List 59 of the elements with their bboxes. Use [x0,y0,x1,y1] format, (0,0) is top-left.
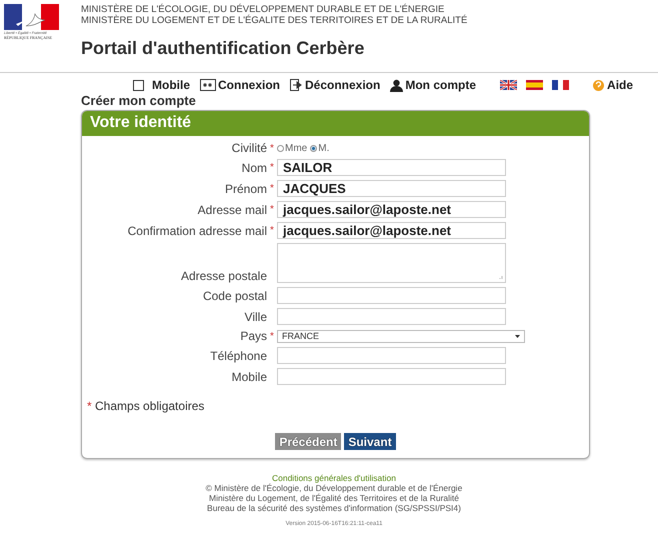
logout-icon [290,79,303,91]
panel-header: Votre identité [82,111,589,136]
spain-flag-icon[interactable] [526,80,544,90]
field-label: Téléphone [209,348,267,362]
ministry-name: MINISTÈRE DU LOGEMENT ET DE L'ÉGALITE DES TERRITOIRES ET DE LA RURALITÉ [81,15,468,26]
footer-text: Ministère du Logement, de l'Égalité des Territoires et de la Ruralité [208,493,460,503]
field-label: Pays [239,329,267,343]
required-note: Champs obligatoires [95,399,204,413]
caret-icon [515,334,520,338]
user-icon [390,78,404,92]
password-icon [200,79,216,91]
input-field[interactable]: jacques.sailor@laposte.net [277,222,506,239]
required-asterisk: * [87,399,92,413]
ministry-name: MINISTÈRE DE L'ÉCOLOGIE, DU DÉVELOPPEMENT DURABLE ET DE L'ÉNERGIE [81,4,444,15]
address-textarea[interactable] [277,243,506,283]
radio-button[interactable] [277,144,284,152]
footer-text: © Ministère de l'Écologie, du Développement durable et de l'Énergie [204,483,464,493]
input-field[interactable]: SAILOR [277,159,506,176]
input-field[interactable]: jacques.sailor@laposte.net [277,201,506,218]
resize-grip-icon [498,275,503,280]
france-flag-icon[interactable] [552,80,570,90]
nav-link[interactable]: Connexion [218,78,280,92]
terms-link[interactable]: Conditions générales d'utilisation [10,473,658,483]
mobile-label[interactable]: Mobile [152,78,190,92]
field-label: Nom [240,160,267,174]
required-asterisk: * [269,183,275,194]
radio-label: M. [318,142,330,154]
field-label: Adresse mail [196,202,267,216]
country-dropdown[interactable]: FRANCE [277,330,525,342]
uk-flag-icon[interactable] [500,80,518,90]
field-label: Civilité [230,141,267,155]
required-asterisk: * [269,204,275,215]
nav-link[interactable]: Déconnexion [305,78,380,92]
help-link[interactable]: Aide [607,78,634,92]
input-field[interactable]: JACQUES [277,180,506,197]
required-asterisk: * [269,162,275,173]
input-field[interactable] [277,308,506,325]
marianne-logo-icon [4,4,59,30]
required-asterisk: * [269,330,275,342]
help-icon [593,80,604,90]
input-field[interactable] [277,287,506,304]
next-button[interactable]: Suivant [344,433,396,450]
field-label: Prénom [224,182,267,196]
mobile-checkbox[interactable] [133,80,144,90]
input-field[interactable] [277,347,506,364]
footer-text: Bureau de la sécurité des systèmes d'information (SG/SPSSI/PSI4) [206,503,462,513]
nav-link[interactable]: Mon compte [405,78,476,92]
field-label: Adresse postale [180,269,267,283]
input-field[interactable] [277,368,506,385]
radio-button[interactable] [310,144,318,152]
page-title: Créer mon compte [81,93,197,108]
field-label: Code postal [202,288,267,302]
field-label: Ville [244,310,267,324]
field-label: Mobile [230,370,267,384]
portal-title: Portail d'authentification Cerbère [81,38,366,59]
radio-label: Mme [285,142,308,154]
field-label: Confirmation adresse mail [126,224,267,238]
required-asterisk: * [269,142,275,154]
required-asterisk: * [269,225,275,236]
